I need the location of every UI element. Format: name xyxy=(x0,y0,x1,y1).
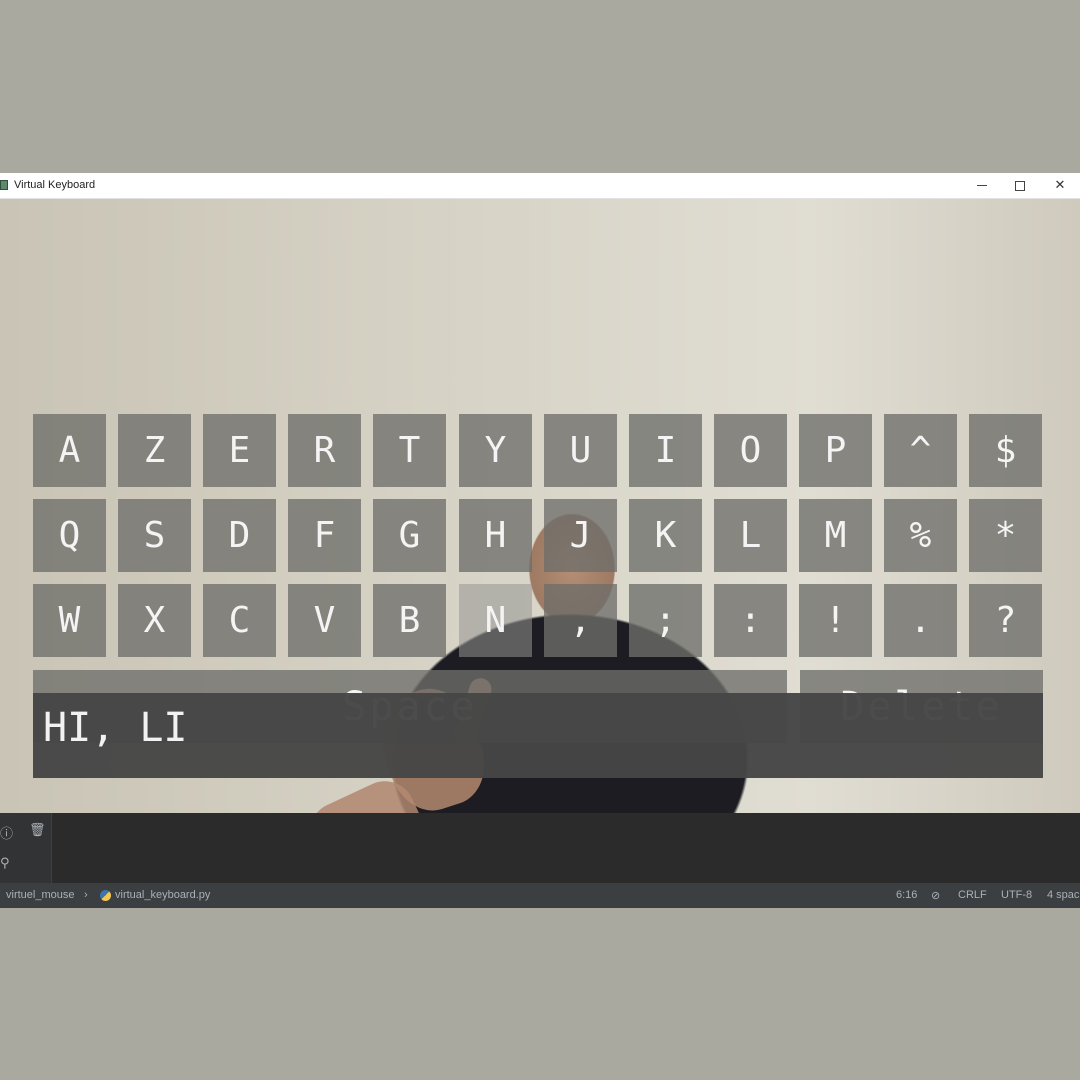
ide-tool-strip: ⓘ 🗑 ⚲ xyxy=(0,813,52,883)
file-encoding[interactable]: UTF-8 xyxy=(1001,889,1032,901)
key-row3-8[interactable]: : xyxy=(714,584,787,657)
minimize-button[interactable] xyxy=(962,173,1002,198)
key-row3-6[interactable]: , xyxy=(544,584,617,657)
project-breadcrumb[interactable]: virtuel_mouse xyxy=(6,889,74,901)
key-label: * xyxy=(994,515,1017,556)
key-label: ; xyxy=(654,600,677,641)
line-separator[interactable]: CRLF xyxy=(958,889,987,901)
breadcrumb-chevron-icon: › xyxy=(84,889,88,901)
key-row3-2[interactable]: C xyxy=(203,584,276,657)
key-row3-10[interactable]: . xyxy=(884,584,957,657)
key-row1-11[interactable]: $ xyxy=(969,414,1042,487)
key-row1-8[interactable]: O xyxy=(714,414,787,487)
key-row1-5[interactable]: Y xyxy=(459,414,532,487)
app-icon xyxy=(0,180,8,190)
ide-status-bar: virtuel_mouse › virtual_keyboard.py 6:16… xyxy=(0,883,1080,908)
key-label: V xyxy=(313,600,336,641)
key-row3-5[interactable]: N xyxy=(459,584,532,657)
key-label: : xyxy=(739,600,762,641)
key-label: Z xyxy=(143,430,166,471)
key-label: . xyxy=(909,600,932,641)
key-row2-5[interactable]: H xyxy=(459,499,532,572)
key-row1-3[interactable]: R xyxy=(288,414,361,487)
key-label: % xyxy=(909,515,932,556)
minimize-icon xyxy=(977,185,987,186)
python-file-icon xyxy=(100,890,111,901)
close-button[interactable]: ✕ xyxy=(1040,173,1080,198)
maximize-button[interactable] xyxy=(1000,173,1040,198)
key-row2-9[interactable]: M xyxy=(799,499,872,572)
key-label: L xyxy=(739,515,762,556)
key-label: Y xyxy=(484,430,507,471)
key-row2-10[interactable]: % xyxy=(884,499,957,572)
key-label: O xyxy=(739,430,762,471)
key-label: K xyxy=(654,515,677,556)
typed-text-display: HI, LI xyxy=(33,693,1043,778)
key-row1-9[interactable]: P xyxy=(799,414,872,487)
inspection-off-icon[interactable]: ⊘ xyxy=(931,889,940,902)
key-row2-4[interactable]: G xyxy=(373,499,446,572)
key-row2-0[interactable]: Q xyxy=(33,499,106,572)
cursor-position[interactable]: 6:16 xyxy=(896,889,917,901)
key-label: A xyxy=(58,430,81,471)
key-row2-11[interactable]: * xyxy=(969,499,1042,572)
key-label: N xyxy=(484,600,507,641)
key-row3-7[interactable]: ; xyxy=(629,584,702,657)
problems-icon[interactable]: ⓘ xyxy=(0,823,13,842)
key-label: G xyxy=(398,515,421,556)
key-row2-8[interactable]: L xyxy=(714,499,787,572)
key-label: Q xyxy=(58,515,81,556)
file-breadcrumb[interactable]: virtual_keyboard.py xyxy=(115,889,210,901)
key-label: M xyxy=(824,515,847,556)
key-row3-1[interactable]: X xyxy=(118,584,191,657)
key-label: R xyxy=(313,430,336,471)
key-row3-0[interactable]: W xyxy=(33,584,106,657)
key-label: ^ xyxy=(909,430,932,471)
key-label: H xyxy=(484,515,507,556)
key-row1-2[interactable]: E xyxy=(203,414,276,487)
key-row1-6[interactable]: U xyxy=(544,414,617,487)
key-row3-11[interactable]: ? xyxy=(969,584,1042,657)
key-label: J xyxy=(569,515,592,556)
key-row1-4[interactable]: T xyxy=(373,414,446,487)
key-label: ! xyxy=(824,600,847,641)
pin-icon[interactable]: ⚲ xyxy=(0,856,10,871)
key-row1-0[interactable]: A xyxy=(33,414,106,487)
key-label: B xyxy=(398,600,421,641)
key-row3-4[interactable]: B xyxy=(373,584,446,657)
key-label: S xyxy=(143,515,166,556)
ide-panel: ⓘ 🗑 ⚲ virtuel_mouse › virtual_keyboard.p… xyxy=(0,813,1080,908)
key-label: P xyxy=(824,430,847,471)
key-row2-1[interactable]: S xyxy=(118,499,191,572)
key-label: E xyxy=(228,430,251,471)
key-label: F xyxy=(313,515,336,556)
close-icon: ✕ xyxy=(1054,178,1066,193)
key-label: I xyxy=(654,430,677,471)
key-label: , xyxy=(569,600,592,641)
key-row1-7[interactable]: I xyxy=(629,414,702,487)
indent-setting[interactable]: 4 spac xyxy=(1047,889,1079,901)
window-titlebar: Virtual Keyboard ✕ xyxy=(0,173,1080,199)
window-title: Virtual Keyboard xyxy=(14,179,96,191)
key-row3-9[interactable]: ! xyxy=(799,584,872,657)
maximize-icon xyxy=(1015,180,1025,191)
key-label: W xyxy=(58,600,81,641)
key-label: U xyxy=(569,430,592,471)
key-row1-10[interactable]: ^ xyxy=(884,414,957,487)
key-label: ? xyxy=(994,600,1017,641)
key-row3-3[interactable]: V xyxy=(288,584,361,657)
key-label: C xyxy=(228,600,251,641)
key-row2-2[interactable]: D xyxy=(203,499,276,572)
key-label: X xyxy=(143,600,166,641)
key-label: T xyxy=(398,430,421,471)
key-row2-7[interactable]: K xyxy=(629,499,702,572)
key-row1-1[interactable]: Z xyxy=(118,414,191,487)
trash-icon[interactable]: 🗑 xyxy=(29,823,46,838)
key-label: $ xyxy=(994,430,1017,471)
key-label: D xyxy=(228,515,251,556)
key-row2-3[interactable]: F xyxy=(288,499,361,572)
key-row2-6[interactable]: J xyxy=(544,499,617,572)
